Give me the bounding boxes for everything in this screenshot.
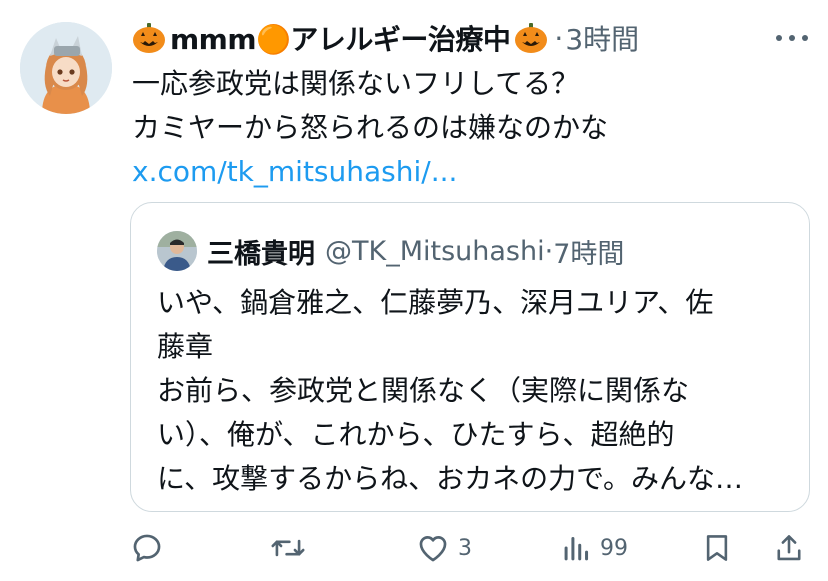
quoted-text-line: いや、鍋倉雅之、仁藤夢乃、深月ユリア、佐 <box>157 286 714 319</box>
tweet-link[interactable]: x.com/tk_mitsuhashi/... <box>132 150 808 194</box>
author-display-name[interactable]: mmm🟠アレルギー治療中 <box>170 18 511 58</box>
views-button[interactable]: 99 <box>562 528 628 568</box>
author-avatar[interactable] <box>20 22 112 114</box>
share-button[interactable] <box>774 528 804 568</box>
quoted-timestamp[interactable]: 7時間 <box>553 232 624 271</box>
heart-icon <box>419 536 447 562</box>
quoted-text-line: 藤章 <box>157 330 214 363</box>
jack-o-lantern-icon <box>514 22 548 54</box>
reply-icon <box>133 534 161 562</box>
tweet-header: mmm🟠アレルギー治療中 · 3時間 <box>132 14 808 62</box>
quoted-text-line: い）、俺が、これから、ひたすら、超絶的 <box>157 418 675 451</box>
quoted-text-line: お前ら、参政党と関係なく（実際に関係な <box>157 374 690 407</box>
more-options-icon[interactable] <box>776 28 808 48</box>
retweet-button[interactable] <box>270 528 314 568</box>
retweet-icon <box>271 539 305 557</box>
quoted-header-separator: · <box>544 235 554 267</box>
reply-button[interactable] <box>130 528 172 568</box>
quoted-author-handle[interactable]: @TK_Mitsuhashi <box>325 236 545 267</box>
views-count: 99 <box>600 535 628 561</box>
like-button[interactable]: 3 <box>416 528 472 568</box>
bookmark-icon <box>706 535 728 561</box>
share-icon <box>777 535 801 561</box>
jack-o-lantern-icon <box>132 22 166 54</box>
quoted-tweet-header: 三橋貴明 @TK_Mitsuhashi · 7時間 <box>157 229 624 273</box>
person-avatar-icon <box>157 231 197 271</box>
quoted-tweet-text: いや、鍋倉雅之、仁藤夢乃、深月ユリア、佐 藤章 お前ら、参政党と関係なく（実際に… <box>157 281 787 501</box>
tweet-text-line: 一応参政党は関係ないフリしてる？ <box>132 67 580 100</box>
tweet-text-line: カミヤーから怒られるのは嫌なのかな <box>132 111 609 144</box>
header-separator: · <box>554 21 564 55</box>
analytics-icon <box>564 536 589 561</box>
tweet-text: 一応参政党は関係ないフリしてる？ カミヤーから怒られるのは嫌なのかな x.com… <box>132 62 808 194</box>
quoted-author-name[interactable]: 三橋貴明 <box>207 232 315 271</box>
like-count: 3 <box>458 535 472 561</box>
bookmark-button[interactable] <box>702 528 732 568</box>
quoted-tweet-card[interactable]: 三橋貴明 @TK_Mitsuhashi · 7時間 いや、鍋倉雅之、仁藤夢乃、深… <box>130 202 810 512</box>
quoted-author-avatar[interactable] <box>157 231 197 271</box>
anime-avatar-icon <box>20 22 112 114</box>
quoted-text-line: に、攻撃するからね、おカネの力で。みんな… <box>157 462 744 495</box>
action-bar: 3 99 <box>130 528 808 568</box>
tweet-timestamp[interactable]: 3時間 <box>565 18 639 58</box>
